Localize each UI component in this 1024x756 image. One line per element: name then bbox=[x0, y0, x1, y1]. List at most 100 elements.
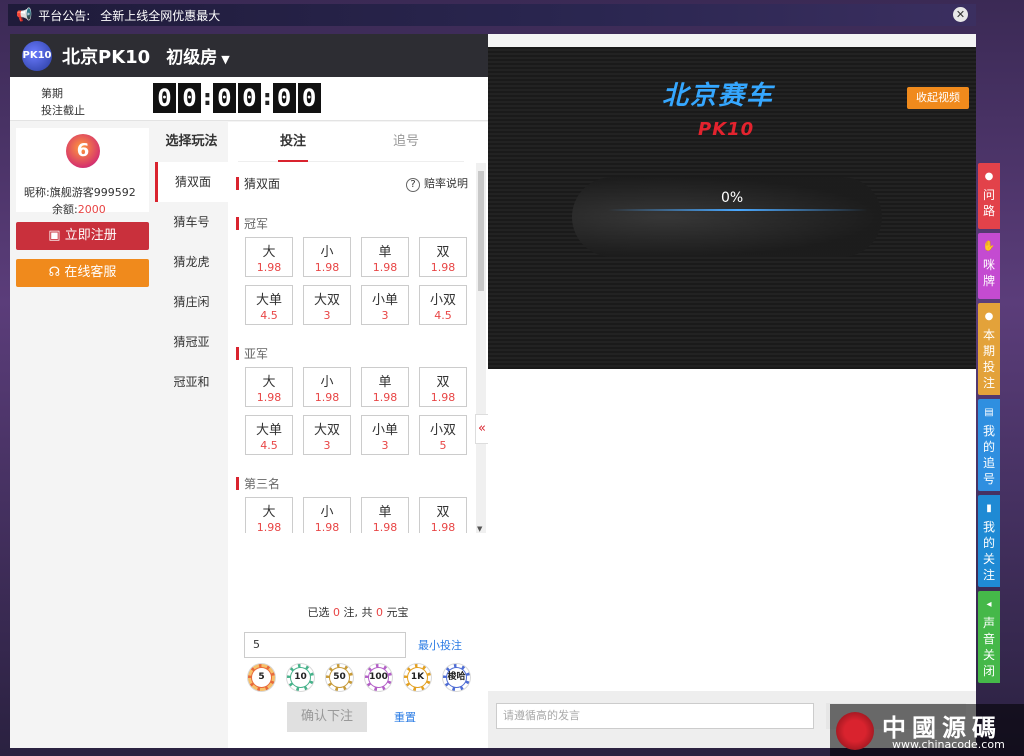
collapse-panel-icon[interactable]: « bbox=[475, 414, 489, 444]
bet-deadline-label: 投注截止 bbox=[41, 104, 85, 117]
bet-option-name: 小 bbox=[320, 245, 334, 260]
play-type-item[interactable]: 冠亚和 bbox=[155, 362, 228, 402]
nickname: 昵称:旗舰游客999592 bbox=[24, 184, 136, 200]
scrollbar-thumb[interactable] bbox=[478, 171, 484, 291]
bet-option[interactable]: 单 1.98 bbox=[361, 367, 409, 407]
chip-10[interactable]: 10 bbox=[287, 664, 314, 691]
chat-panel: 请遵循高的发言 bbox=[488, 369, 976, 748]
chip-100[interactable]: 100 bbox=[365, 664, 392, 691]
bet-option-odds: 1.98 bbox=[256, 521, 282, 533]
play-type-item[interactable]: 猜双面 bbox=[155, 162, 228, 202]
bet-option[interactable]: 双 1.98 bbox=[419, 237, 467, 277]
bet-option[interactable]: 小 1.98 bbox=[303, 237, 351, 277]
customer-service-button[interactable]: ☊ 在线客服 bbox=[16, 259, 149, 287]
bet-option-odds: 5 bbox=[439, 439, 447, 452]
bet-amount-input[interactable]: 5 bbox=[244, 632, 406, 658]
plus-icon: ● bbox=[984, 311, 994, 322]
side-menu-item[interactable]: ✋ 咪牌 bbox=[978, 233, 1000, 299]
tab-chase[interactable]: 追号 bbox=[393, 122, 419, 162]
bet-option[interactable]: 大单 4.5 bbox=[245, 415, 293, 455]
bet-option-odds: 3 bbox=[381, 309, 389, 322]
game-title: 北京PK10 bbox=[62, 46, 151, 68]
bet-option[interactable]: 小双 4.5 bbox=[419, 285, 467, 325]
video-title: 北京赛车 bbox=[662, 81, 775, 111]
bet-option[interactable]: 单 1.98 bbox=[361, 237, 409, 277]
bet-option[interactable]: 双 1.98 bbox=[419, 497, 467, 533]
side-menu-item[interactable]: ● 问路 bbox=[978, 163, 1000, 229]
bet-grid-champion: 大 1.98 小 1.98 单 1.98 双 1.98 大单 4.5 大双 3 小单 3 小双 4.5 bbox=[245, 237, 471, 325]
bet-option-name: 大双 bbox=[313, 293, 340, 308]
timer-digit: 0 bbox=[237, 83, 261, 113]
bet-grid-third: 大 1.98 小 1.98 单 1.98 双 1.98 bbox=[245, 497, 471, 533]
sound-icon: ◂ bbox=[986, 599, 992, 610]
min-bet-link[interactable]: 最小投注 bbox=[418, 637, 462, 653]
side-menu-item[interactable]: ▤ 我的追号 bbox=[978, 399, 1000, 491]
bet-option[interactable]: 大 1.98 bbox=[245, 367, 293, 407]
room-selector[interactable]: 初级房 ▼ bbox=[166, 43, 229, 68]
period-info: 第期 投注截止 0 0 : 0 0 : 0 0 bbox=[10, 77, 488, 121]
bet-option[interactable]: 小单 3 bbox=[361, 415, 409, 455]
side-menu-item[interactable]: ● 本期投注 bbox=[978, 303, 1000, 395]
chip-allin[interactable]: 梭哈 bbox=[443, 664, 470, 691]
tab-bet[interactable]: 投注 bbox=[277, 122, 309, 162]
bet-option[interactable]: 大 1.98 bbox=[245, 497, 293, 533]
bet-option[interactable]: 大双 3 bbox=[303, 285, 351, 325]
play-type-item[interactable]: 猜龙虎 bbox=[155, 242, 228, 282]
bet-option[interactable]: 小 1.98 bbox=[303, 367, 351, 407]
odds-help-link[interactable]: ? 赔率说明 bbox=[406, 175, 468, 192]
close-icon[interactable]: ✕ bbox=[953, 7, 968, 22]
play-type-item[interactable]: 猜车号 bbox=[155, 202, 228, 242]
bet-option[interactable]: 大 1.98 bbox=[245, 237, 293, 277]
confirm-bet-button[interactable]: 确认下注 bbox=[287, 702, 367, 732]
selected-count: 0 bbox=[333, 606, 340, 619]
bet-option[interactable]: 大双 3 bbox=[303, 415, 351, 455]
play-type-item[interactable]: 猜庄闲 bbox=[155, 282, 228, 322]
watermark-logo bbox=[836, 712, 874, 750]
bet-options-scroll[interactable]: 猜双面 ? 赔率说明 冠军 大 1.98 小 1.98 单 1.98 双 1.98 大单 4.5 大双… bbox=[228, 163, 476, 533]
accent-bar bbox=[236, 217, 239, 230]
register-button[interactable]: ▣ 立即注册 bbox=[16, 222, 149, 250]
reset-button[interactable]: 重置 bbox=[394, 709, 416, 725]
megaphone-icon: 📢 bbox=[16, 7, 33, 23]
customer-service-label: 在线客服 bbox=[64, 265, 117, 280]
collapse-video-button[interactable]: 收起视频 bbox=[907, 87, 969, 109]
odds-help-label: 赔率说明 bbox=[424, 177, 468, 190]
bet-option[interactable]: 小单 3 bbox=[361, 285, 409, 325]
bet-option-name: 双 bbox=[436, 245, 450, 260]
timer-colon: : bbox=[203, 85, 212, 111]
bet-option[interactable]: 小 1.98 bbox=[303, 497, 351, 533]
side-menu-label: 关 bbox=[982, 648, 995, 662]
loading-progress: 0% bbox=[721, 190, 744, 206]
bet-option-name: 双 bbox=[436, 375, 450, 390]
headset-icon: ☊ bbox=[48, 265, 65, 280]
chip-selector: 5 10 50 100 1K 梭哈 bbox=[248, 664, 482, 691]
section-title-text: 亚军 bbox=[244, 347, 269, 361]
scrollbar[interactable]: ▼ bbox=[476, 163, 486, 533]
side-menu-item[interactable]: ◂ 声音关闭 bbox=[978, 591, 1000, 683]
side-menu-label: 注 bbox=[982, 376, 995, 390]
bet-option-odds: 1.98 bbox=[314, 391, 340, 404]
nickname-label: 昵称: bbox=[24, 186, 50, 199]
chip-50[interactable]: 50 bbox=[326, 664, 353, 691]
bet-option-name: 双 bbox=[436, 505, 450, 520]
summary-unit: 元宝 bbox=[386, 606, 409, 619]
chip-1k[interactable]: 1K bbox=[404, 664, 431, 691]
play-type-item[interactable]: 猜冠亚 bbox=[155, 322, 228, 362]
side-menu-item[interactable]: ▮ 我的关注 bbox=[978, 495, 1000, 587]
period-number: 第期 bbox=[41, 87, 63, 100]
side-menu-label: 我 bbox=[982, 424, 995, 438]
side-menu-label: 号 bbox=[982, 472, 995, 486]
chip-5[interactable]: 5 bbox=[248, 664, 275, 691]
announcement-bar: 📢 平台公告: 全新上线全网优惠最大 ✕ bbox=[8, 4, 976, 26]
bet-option-name: 大 bbox=[262, 375, 276, 390]
bet-option[interactable]: 大单 4.5 bbox=[245, 285, 293, 325]
scroll-down-icon[interactable]: ▼ bbox=[477, 525, 482, 533]
chat-input[interactable]: 请遵循高的发言 bbox=[496, 703, 814, 729]
bet-grid-runnerup: 大 1.98 小 1.98 单 1.98 双 1.98 大单 4.5 大双 3 小单 3 小双 5 bbox=[245, 367, 471, 455]
bet-option-odds: 4.5 bbox=[434, 309, 452, 322]
bet-option[interactable]: 单 1.98 bbox=[361, 497, 409, 533]
side-menu-label: 牌 bbox=[982, 274, 995, 288]
summary-prefix: 已选 bbox=[307, 606, 330, 619]
bet-option[interactable]: 小双 5 bbox=[419, 415, 467, 455]
bet-option[interactable]: 双 1.98 bbox=[419, 367, 467, 407]
